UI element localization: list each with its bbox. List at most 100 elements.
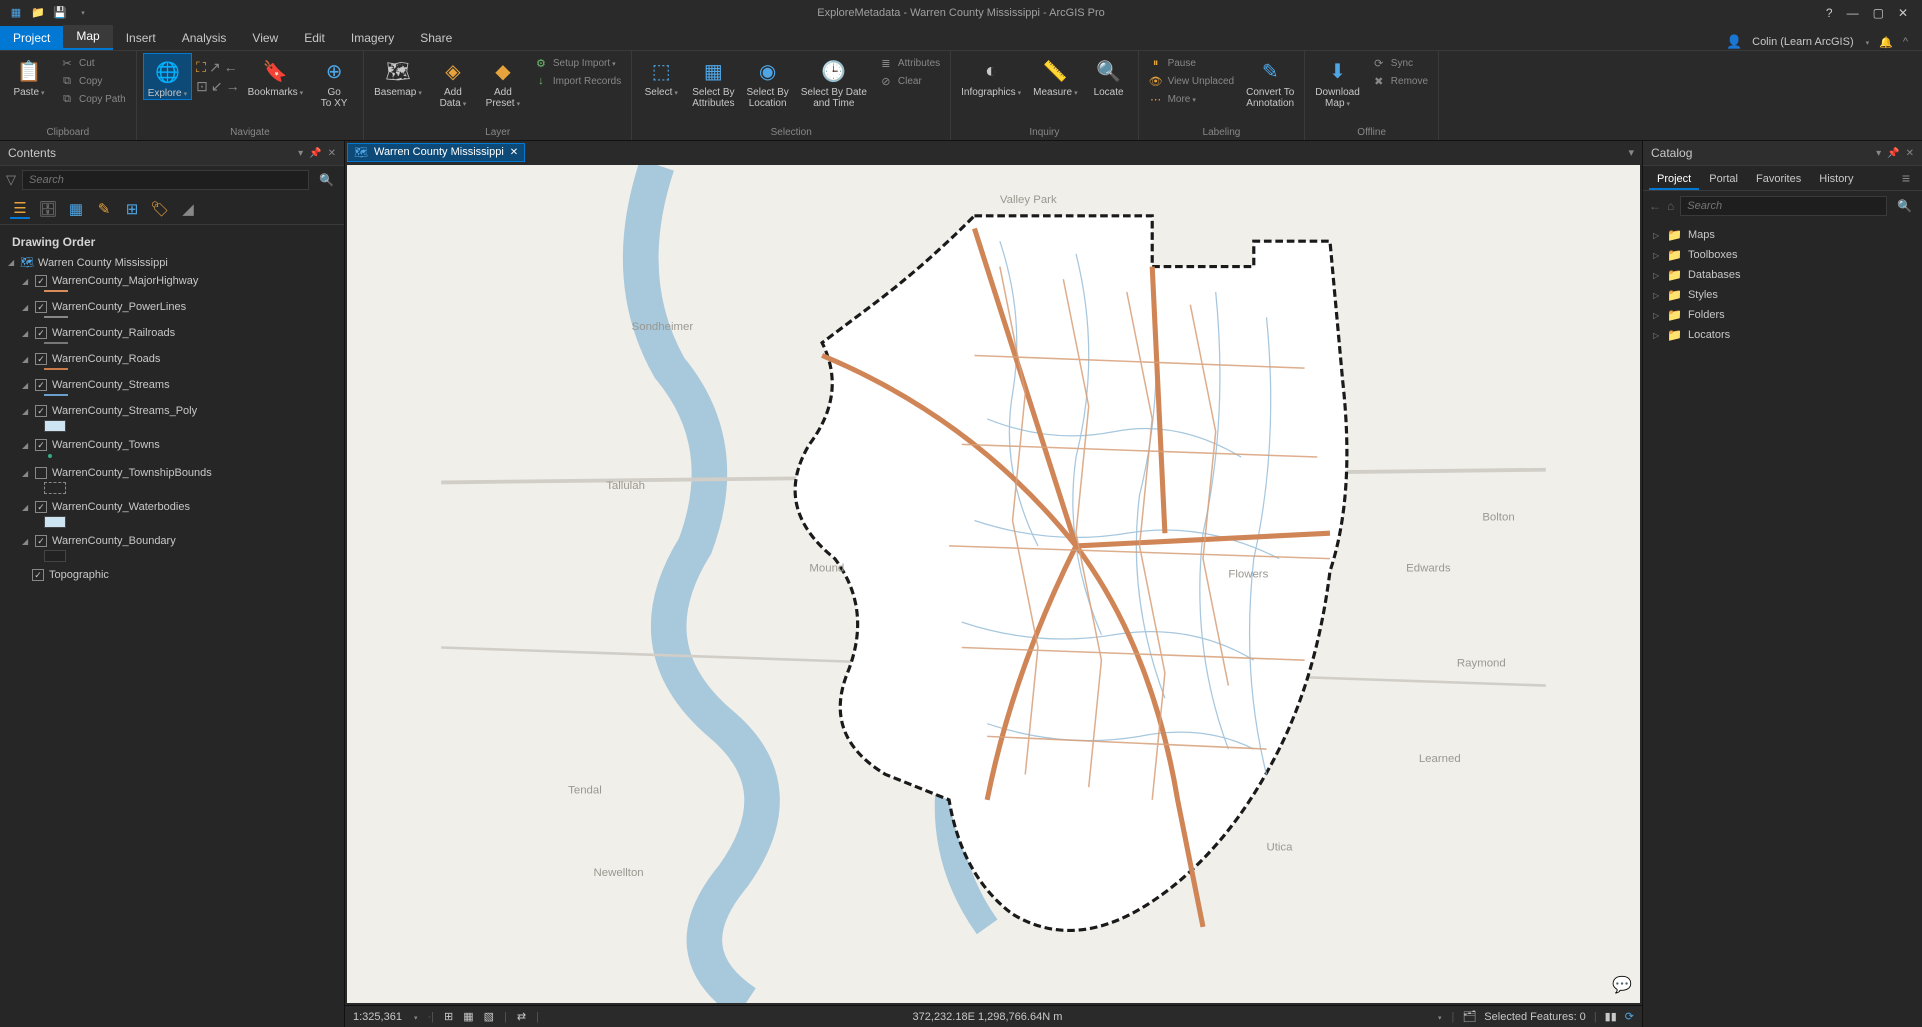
fixed-zoom-in-icon[interactable]: ↗ [209, 59, 221, 76]
catalog-item[interactable]: ▷ 📁 Maps [1649, 225, 1916, 245]
ribbon-tab-map[interactable]: Map [63, 24, 112, 50]
expand-icon[interactable]: ◢ [22, 303, 30, 312]
sb-icon-1[interactable]: ⊞ [444, 1010, 453, 1023]
select-button[interactable]: ⬚Select [638, 53, 684, 98]
sync-button[interactable]: ⟳Sync [1368, 55, 1432, 71]
catalog-menu-icon[interactable]: ≡ [1902, 170, 1916, 190]
scale-value[interactable]: 1:325,361 [353, 1011, 402, 1023]
expand-icon[interactable]: ◢ [22, 441, 30, 450]
filter-icon[interactable]: ▽ [6, 172, 16, 188]
layer-checkbox[interactable] [35, 535, 47, 547]
sb-icon-2[interactable]: ▦ [463, 1010, 473, 1023]
paste-button[interactable]: 📋 Paste [6, 53, 52, 98]
expand-icon[interactable]: ◢ [22, 407, 30, 416]
map-popup-icon[interactable]: 💬 [1612, 975, 1632, 995]
cut-button[interactable]: ✂Cut [56, 55, 130, 71]
basemap-button[interactable]: 🗺Basemap [370, 53, 426, 98]
infographics-button[interactable]: ◐Infographics [957, 53, 1025, 98]
pane-pin-icon[interactable]: 📌 [309, 148, 321, 159]
catalog-item[interactable]: ▷ 📁 Folders [1649, 305, 1916, 325]
basemap-checkbox[interactable] [32, 569, 44, 581]
copy-button[interactable]: ⧉Copy [56, 73, 130, 89]
attributes-button[interactable]: ≣Attributes [875, 55, 944, 71]
expand-icon[interactable]: ◢ [22, 503, 30, 512]
toc-layer-item[interactable]: ◢ WarrenCounty_Roads [4, 350, 340, 368]
expand-icon[interactable]: ◢ [22, 329, 30, 338]
toc-map-item[interactable]: ◢ 🗺 Warren County Mississippi [4, 253, 340, 272]
toc-layer-item[interactable]: ◢ WarrenCounty_Towns [4, 436, 340, 454]
full-extent-icon[interactable]: ⛶ [196, 59, 206, 76]
layer-checkbox[interactable] [35, 275, 47, 287]
toc-layer-item[interactable]: ◢ WarrenCounty_MajorHighway [4, 272, 340, 290]
expand-icon[interactable]: ◢ [22, 355, 30, 364]
ribbon-collapse-icon[interactable]: ^ [1903, 36, 1908, 48]
help-icon[interactable]: ? [1826, 6, 1833, 20]
layer-checkbox[interactable] [35, 327, 47, 339]
catalog-back-icon[interactable]: ← [1649, 199, 1661, 213]
list-by-source-icon[interactable]: 🗄 [38, 199, 58, 219]
goto-xy-button[interactable]: ⊕Go To XY [311, 53, 357, 109]
list-by-drawing-order-icon[interactable]: ☰ [10, 199, 30, 219]
catalog-options-icon[interactable]: ▾ [1876, 148, 1881, 159]
refresh-icon[interactable]: ⟳ [1625, 1010, 1634, 1023]
expand-icon[interactable]: ▷ [1653, 311, 1661, 320]
search-icon[interactable]: 🔍 [315, 173, 338, 187]
sb-icon-4[interactable]: ⇄ [517, 1010, 526, 1023]
convert-annotation-button[interactable]: ✎Convert To Annotation [1242, 53, 1298, 109]
layer-checkbox[interactable] [35, 301, 47, 313]
qat-options-icon[interactable] [74, 5, 90, 21]
ribbon-tab-insert[interactable]: Insert [113, 26, 169, 50]
user-menu-chevron[interactable] [1864, 36, 1870, 48]
list-by-snapping-icon[interactable]: ⊞ [122, 199, 142, 219]
toc-layer-item[interactable]: ◢ WarrenCounty_Boundary [4, 532, 340, 550]
open-icon[interactable]: 📁 [30, 5, 46, 21]
locate-button[interactable]: 🔍Locate [1086, 53, 1132, 98]
ribbon-tab-view[interactable]: View [239, 26, 291, 50]
view-unplaced-button[interactable]: 👁View Unplaced [1145, 73, 1239, 89]
catalog-search-input[interactable] [1680, 196, 1887, 216]
map-canvas[interactable]: Sondheimer Tallulah Mound Edwards Raymon… [347, 165, 1640, 1003]
view-options-icon[interactable]: ▾ [1628, 146, 1642, 159]
expand-icon[interactable]: ◢ [22, 277, 30, 286]
expand-icon[interactable]: ▷ [1653, 331, 1661, 340]
measure-button[interactable]: 📏Measure [1029, 53, 1081, 98]
catalog-item[interactable]: ▷ 📁 Styles [1649, 285, 1916, 305]
layer-checkbox[interactable] [35, 353, 47, 365]
catalog-tab-project[interactable]: Project [1649, 170, 1699, 190]
scale-chevron[interactable] [412, 1011, 418, 1023]
remove-button[interactable]: ✖Remove [1368, 73, 1432, 89]
maximize-icon[interactable]: ▢ [1873, 6, 1884, 20]
toc-basemap-item[interactable]: Topographic [4, 566, 340, 584]
list-by-labeling-icon[interactable]: 🏷 [150, 199, 170, 219]
expand-icon[interactable]: ◢ [22, 537, 30, 546]
pause-drawing-icon[interactable]: ▮▮ [1605, 1010, 1617, 1023]
layer-checkbox[interactable] [35, 379, 47, 391]
expand-icon[interactable]: ▷ [1653, 231, 1661, 240]
ribbon-tab-share[interactable]: Share [407, 26, 465, 50]
layer-checkbox[interactable] [35, 405, 47, 417]
user-icon[interactable]: 👤 [1726, 34, 1742, 50]
zoom-selection-icon[interactable]: ⊡ [196, 78, 208, 95]
layer-checkbox[interactable] [35, 439, 47, 451]
bookmarks-button[interactable]: 🔖Bookmarks [244, 53, 308, 98]
list-by-selection-icon[interactable]: ▦ [66, 199, 86, 219]
layer-checkbox[interactable] [35, 467, 47, 479]
catalog-item[interactable]: ▷ 📁 Locators [1649, 325, 1916, 345]
catalog-item[interactable]: ▷ 📁 Databases [1649, 265, 1916, 285]
new-project-icon[interactable]: ▦ [8, 5, 24, 21]
ribbon-tab-project[interactable]: Project [0, 26, 63, 50]
close-icon[interactable]: ✕ [1898, 6, 1908, 20]
add-preset-button[interactable]: ◆Add Preset [480, 53, 526, 109]
sb-icon-3[interactable]: ▧ [484, 1010, 494, 1023]
select-by-location-button[interactable]: ◉Select By Location [743, 53, 793, 109]
more-labeling-button[interactable]: ⋯More [1145, 91, 1239, 107]
toc-layer-item[interactable]: ◢ WarrenCounty_Streams_Poly [4, 402, 340, 420]
expand-icon[interactable]: ▷ [1653, 271, 1661, 280]
clear-button[interactable]: ⊘Clear [875, 73, 944, 89]
next-extent-icon[interactable]: → [226, 78, 240, 95]
pane-options-icon[interactable]: ▾ [298, 148, 303, 159]
toc-layer-item[interactable]: ◢ WarrenCounty_Streams [4, 376, 340, 394]
select-by-attributes-button[interactable]: ▦Select By Attributes [688, 53, 738, 109]
list-by-editing-icon[interactable]: ✎ [94, 199, 114, 219]
explore-button[interactable]: 🌐 Explore [143, 53, 192, 100]
